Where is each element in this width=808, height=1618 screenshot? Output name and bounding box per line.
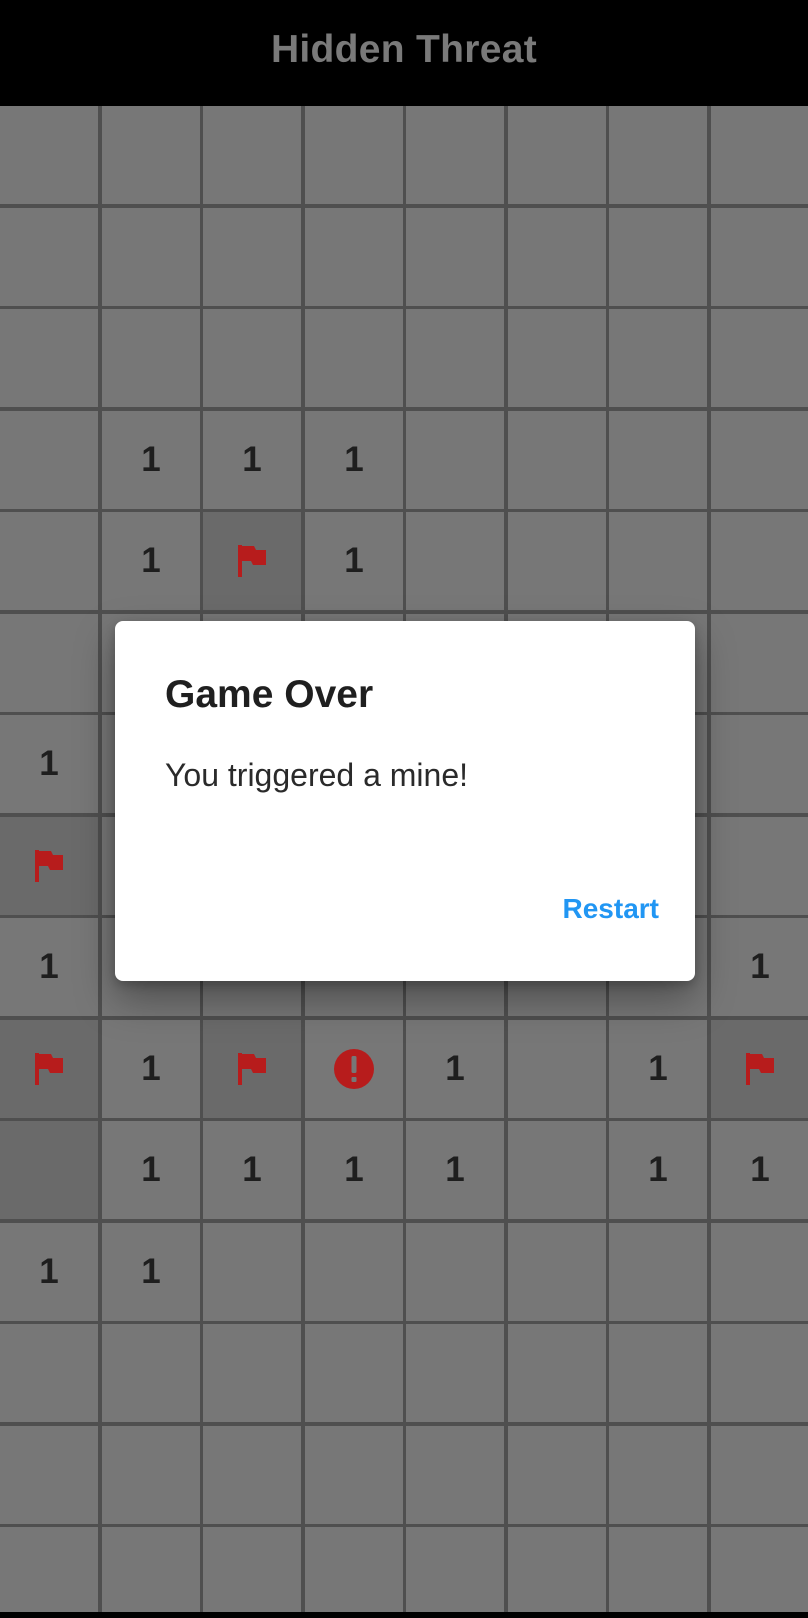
game-screen: Hidden Threat 111111111111111111111111 G… xyxy=(0,0,808,1618)
game-over-dialog: Game Over You triggered a mine! Restart xyxy=(115,621,695,981)
dialog-message: You triggered a mine! xyxy=(165,757,469,793)
dialog-title: Game Over xyxy=(165,673,374,716)
restart-button[interactable]: Restart xyxy=(557,883,665,935)
